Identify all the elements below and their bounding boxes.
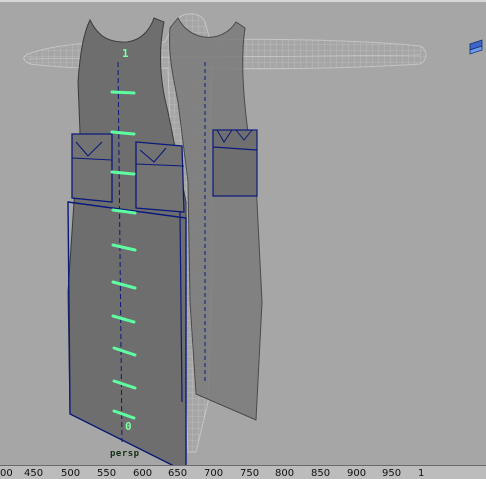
scene-view — [23, 13, 427, 465]
time-tick: 750 — [240, 468, 260, 479]
perspective-viewport[interactable]: 1 0 persp — [0, 0, 486, 465]
time-tick: 550 — [97, 468, 117, 479]
time-tick: 850 — [311, 468, 331, 479]
curve-label-bottom: 0 — [125, 420, 132, 433]
time-tick: 650 — [168, 468, 188, 479]
curve-label-top: 1 — [122, 47, 129, 60]
time-slider-ticks: 00 450 500 550 600 650 700 750 800 850 9… — [0, 466, 486, 479]
time-tick: 500 — [61, 468, 81, 479]
camera-name-label: persp — [110, 449, 140, 459]
time-tick: 900 — [347, 468, 367, 479]
time-slider[interactable]: 00 450 500 550 600 650 700 750 800 850 9… — [0, 465, 486, 479]
time-tick: 1 — [418, 468, 425, 479]
time-tick: 00 — [0, 468, 13, 479]
time-tick: 800 — [275, 468, 295, 479]
time-tick: 950 — [382, 468, 402, 479]
time-tick: 600 — [133, 468, 153, 479]
time-tick: 450 — [24, 468, 44, 479]
view-cube-icon[interactable] — [468, 38, 484, 56]
time-tick: 700 — [204, 468, 224, 479]
